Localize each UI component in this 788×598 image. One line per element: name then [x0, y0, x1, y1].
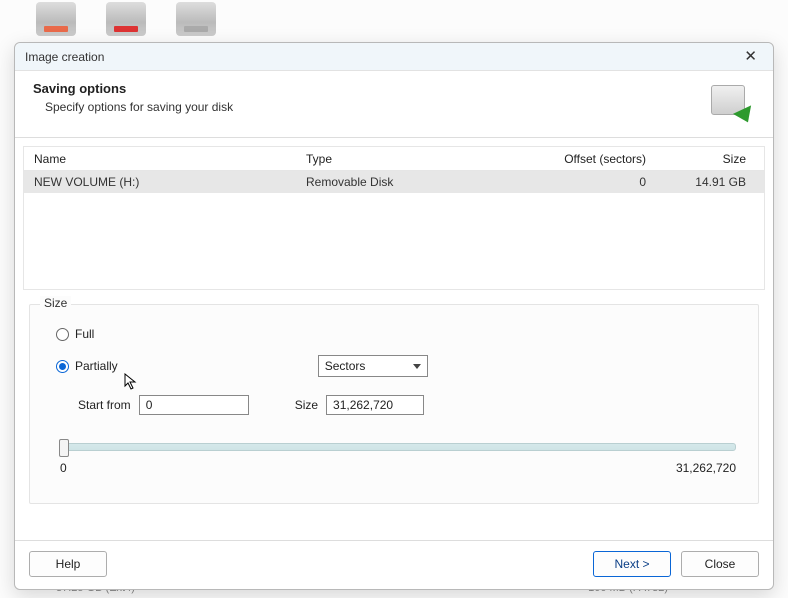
cursor-icon: [124, 373, 138, 391]
radio-full[interactable]: [56, 328, 69, 341]
cell-type: Removable Disk: [296, 175, 496, 189]
page-heading: Saving options: [33, 81, 233, 96]
slider-min-label: 0: [60, 461, 67, 475]
col-header-offset[interactable]: Offset (sectors): [496, 152, 656, 166]
size-field-label: Size: [295, 398, 318, 412]
close-button[interactable]: Close: [681, 551, 759, 577]
dialog-footer: Help Next > Close: [15, 540, 773, 589]
col-header-name[interactable]: Name: [24, 152, 296, 166]
col-header-type[interactable]: Type: [296, 152, 496, 166]
page-subheading: Specify options for saving your disk: [33, 100, 233, 114]
start-from-label: Start from: [78, 398, 131, 412]
disk-icon: [106, 2, 146, 36]
radio-partially-label: Partially: [75, 359, 118, 373]
radio-partially[interactable]: [56, 360, 69, 373]
size-groupbox: Size Full Partially Sectors Start from 0: [29, 304, 759, 504]
range-fields: Start from 0 Size 31,262,720: [78, 395, 740, 415]
size-legend: Size: [40, 296, 71, 310]
titlebar: Image creation ✕: [15, 43, 773, 71]
cell-size: 14.91 GB: [656, 175, 764, 189]
disk-icon: [36, 2, 76, 36]
unit-select[interactable]: Sectors: [318, 355, 428, 377]
size-input[interactable]: 31,262,720: [326, 395, 424, 415]
table-row[interactable]: NEW VOLUME (H:) Removable Disk 0 14.91 G…: [24, 171, 764, 193]
unit-select-value: Sectors: [325, 359, 366, 373]
close-icon[interactable]: ✕: [738, 47, 763, 66]
slider-thumb[interactable]: [59, 439, 69, 457]
disk-icon: [176, 2, 216, 36]
toolbar-disks: [36, 0, 216, 36]
next-button[interactable]: Next >: [593, 551, 671, 577]
slider-track[interactable]: [60, 443, 736, 451]
image-creation-dialog: Image creation ✕ Saving options Specify …: [14, 42, 774, 590]
start-from-input[interactable]: 0: [139, 395, 249, 415]
cell-name: NEW VOLUME (H:): [24, 175, 296, 189]
table-empty-area: [24, 193, 764, 289]
dialog-header: Saving options Specify options for savin…: [15, 71, 773, 138]
cell-offset: 0: [496, 175, 656, 189]
size-slider: 0 31,262,720: [60, 443, 736, 475]
table-header: Name Type Offset (sectors) Size: [24, 147, 764, 171]
help-button[interactable]: Help: [29, 551, 107, 577]
radio-partially-row[interactable]: Partially Sectors: [56, 355, 740, 377]
slider-max-label: 31,262,720: [676, 461, 736, 475]
dialog-body: Name Type Offset (sectors) Size NEW VOLU…: [15, 138, 773, 540]
chevron-down-icon: [413, 364, 421, 369]
radio-full-row[interactable]: Full: [56, 327, 740, 341]
radio-full-label: Full: [75, 327, 94, 341]
disk-table: Name Type Offset (sectors) Size NEW VOLU…: [23, 146, 765, 290]
col-header-size[interactable]: Size: [656, 152, 764, 166]
save-disk-icon: [709, 81, 755, 123]
dialog-title: Image creation: [25, 50, 104, 64]
